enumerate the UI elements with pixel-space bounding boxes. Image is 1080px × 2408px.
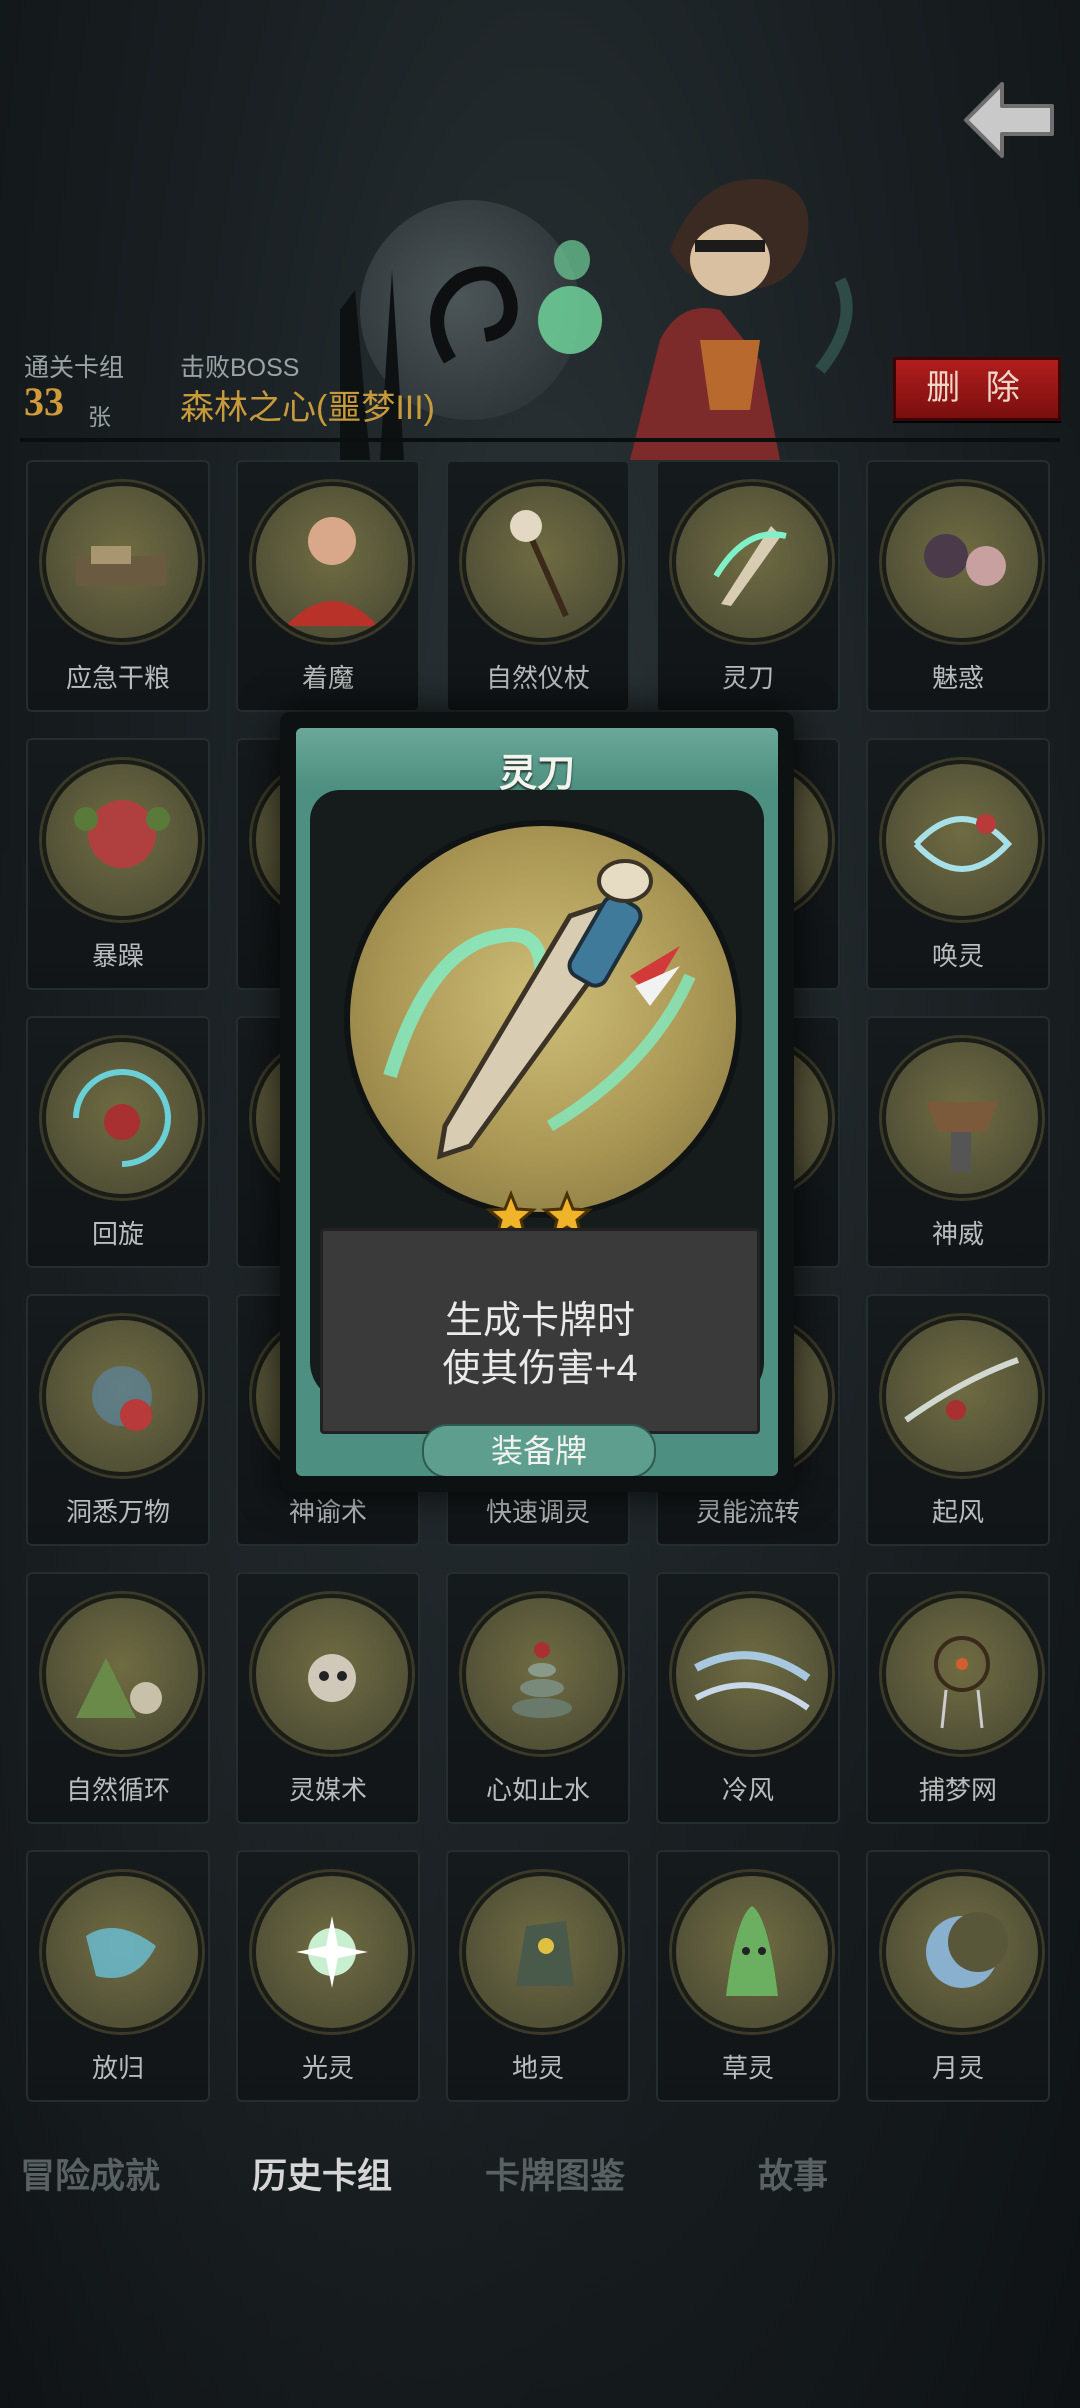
card-tile[interactable]: 自然循环: [26, 1572, 210, 1824]
card-title: 灵刀: [498, 753, 575, 795]
card-tile[interactable]: 自然仪杖: [446, 460, 630, 712]
boss-name: 森林之心(噩梦III): [180, 389, 435, 427]
card-name: 灵能流转: [695, 1497, 800, 1527]
card-tile[interactable]: 月灵: [866, 1850, 1050, 2102]
insight-icon: [42, 1316, 202, 1476]
grass-spirit-icon: [672, 1872, 832, 2032]
card-tile[interactable]: 起风: [866, 1294, 1050, 1546]
tab-0[interactable]: 冒险成就: [0, 2148, 190, 2199]
card-name: 地灵: [511, 2053, 564, 2083]
cold-wind-icon: [672, 1594, 832, 1754]
card-tile[interactable]: 回旋: [26, 1016, 210, 1268]
card-tile[interactable]: 洞悉万物: [26, 1294, 210, 1546]
card-name: 草灵: [721, 2053, 774, 2083]
card-tile[interactable]: 草灵: [656, 1850, 840, 2102]
card-name: 月灵: [931, 2053, 984, 2083]
card-name: 放归: [91, 2053, 144, 2083]
card-tile[interactable]: 灵媒术: [236, 1572, 420, 1824]
card-tile[interactable]: 地灵: [446, 1850, 630, 2102]
card-name: 神威: [931, 1219, 984, 1249]
card-name: 应急干粮: [65, 663, 170, 693]
card-name: 光灵: [301, 2053, 354, 2083]
wind-rise-icon: [882, 1316, 1042, 1476]
food-pile-icon: [42, 482, 202, 642]
card-name: 神谕术: [288, 1497, 367, 1527]
stone-stack-icon: [462, 1594, 622, 1754]
card-tile[interactable]: 光灵: [236, 1850, 420, 2102]
card-name: 灵刀: [721, 663, 774, 693]
card-name: 冷风: [721, 1775, 774, 1805]
light-spirit-icon: [252, 1872, 412, 2032]
card-tile[interactable]: 捕梦网: [866, 1572, 1050, 1824]
nature-cycle-icon: [42, 1594, 202, 1754]
card-name: 自然仪杖: [485, 663, 590, 693]
moon-spirit-icon: [882, 1872, 1042, 2032]
card-type-badge: 装备牌: [422, 1424, 656, 1476]
card-name: 着魔: [301, 663, 354, 693]
card-tile[interactable]: 心如止水: [446, 1572, 630, 1824]
card-tile[interactable]: 唤灵: [866, 738, 1050, 990]
deck-unit: 张: [88, 404, 111, 430]
charm-icon: [882, 482, 1042, 642]
description-line-1: 生成卡牌时: [444, 1300, 635, 1342]
card-name: 自然循环: [65, 1775, 170, 1805]
boss-label: 击败BOSS: [180, 354, 300, 382]
release-spirit-icon: [42, 1872, 202, 2032]
card-name: 快速调灵: [485, 1497, 590, 1527]
dreamcatcher-icon: [882, 1594, 1042, 1754]
card-name: 起风: [931, 1497, 984, 1527]
card-tile[interactable]: 魅惑: [866, 460, 1050, 712]
card-tile[interactable]: 冷风: [656, 1572, 840, 1824]
back-arrow-icon: [964, 82, 1054, 158]
card-tile[interactable]: 着魔: [236, 460, 420, 712]
card-name: 魅惑: [931, 663, 984, 693]
card-name: 捕梦网: [918, 1775, 997, 1805]
card-name: 洞悉万物: [65, 1497, 170, 1527]
divine-might-icon: [882, 1038, 1042, 1198]
card-tile[interactable]: 应急干粮: [26, 460, 210, 712]
description-line-2: 使其伤害+4: [442, 1348, 638, 1390]
card-name: 回旋: [91, 1219, 144, 1249]
card-name: 灵媒术: [288, 1775, 367, 1805]
medium-skull-icon: [252, 1594, 412, 1754]
nature-staff-icon: [462, 482, 622, 642]
card-tile[interactable]: 神威: [866, 1016, 1050, 1268]
card-face: 灵刀 生成卡牌时 使其伤害+4 装备牌: [296, 728, 778, 1476]
header-divider: [20, 438, 1060, 442]
delete-button[interactable]: 删 除: [893, 357, 1061, 421]
card-name: 心如止水: [485, 1775, 590, 1805]
tab-1[interactable]: 历史卡组: [222, 2148, 422, 2199]
spirit-blade-icon: [672, 482, 832, 642]
card-description-box: 生成卡牌时 使其伤害+4: [320, 1228, 760, 1434]
card-name: 唤灵: [931, 941, 984, 971]
rage-ogre-icon: [42, 760, 202, 920]
card-detail-popup[interactable]: 灵刀 生成卡牌时 使其伤害+4 装备牌: [280, 712, 794, 1492]
card-tile[interactable]: 灵刀: [656, 460, 840, 712]
possessed-man-icon: [252, 482, 412, 642]
spirit-blade-art-icon: [344, 820, 742, 1218]
whirl-icon: [42, 1038, 202, 1198]
card-name: 暴躁: [91, 941, 144, 971]
card-tile[interactable]: 放归: [26, 1850, 210, 2102]
tab-2[interactable]: 卡牌图鉴: [455, 2148, 655, 2199]
card-tile[interactable]: 暴躁: [26, 738, 210, 990]
back-button[interactable]: [962, 78, 1058, 162]
earth-spirit-icon: [462, 1872, 622, 2032]
summon-spirit-icon: [882, 760, 1042, 920]
tab-3[interactable]: 故事: [693, 2148, 893, 2199]
deck-count: 33: [24, 379, 64, 424]
